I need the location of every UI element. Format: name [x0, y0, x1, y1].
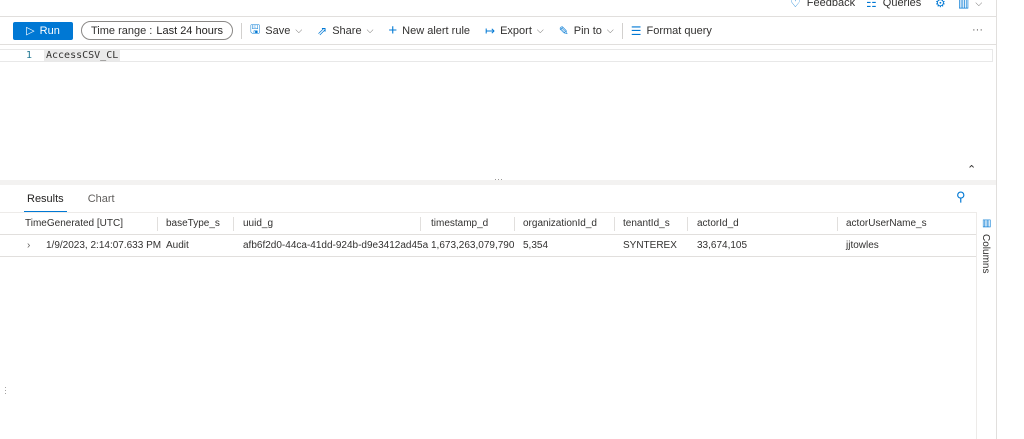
table-cell: SYNTEREX [623, 240, 677, 251]
column-divider[interactable] [514, 217, 515, 231]
right-side-panel [996, 0, 1024, 439]
column-header[interactable]: actorId_d [697, 218, 739, 229]
column-header[interactable]: baseType_s [166, 218, 220, 229]
column-divider[interactable] [420, 217, 421, 231]
run-button[interactable]: ▷ Run [13, 21, 73, 40]
feedback-button[interactable]: ♡ Feedback [790, 0, 855, 10]
column-header[interactable]: organizationId_d [523, 218, 597, 229]
queries-button[interactable]: ☷ Queries [866, 0, 921, 10]
columns-icon: ▥ [982, 218, 992, 229]
table-cell: jjtowles [846, 240, 879, 251]
column-divider[interactable] [614, 217, 615, 231]
column-header[interactable]: timestamp_d [431, 218, 488, 229]
columns-label: Columns [980, 234, 991, 274]
pin-to-button[interactable]: ✎ Pin to ⌵ [559, 24, 614, 38]
format-icon: ☰ [630, 23, 642, 38]
column-header[interactable]: actorUserName_s [846, 218, 927, 229]
table-cell: 33,674,105 [697, 240, 748, 251]
export-icon: ↦ [485, 23, 496, 38]
table-header: TimeGenerated [UTC] baseType_s uuid_g ti… [0, 213, 976, 235]
top-bar: ♡ Feedback ☷ Queries ⚙ ▥ ⌵ [0, 0, 996, 17]
more-button[interactable]: ··· [972, 24, 983, 36]
chevron-down-icon: ⌵ [975, 0, 983, 8]
list-icon: ☷ [866, 0, 877, 10]
heart-icon: ♡ [790, 0, 801, 10]
splitter-grip[interactable]: ··· [494, 174, 503, 184]
column-divider[interactable] [837, 217, 838, 231]
chevron-down-icon: ⌵ [536, 25, 544, 35]
query-text[interactable]: AccessCSV_CL [44, 50, 121, 61]
line-number: 1 [26, 50, 33, 61]
query-toolbar: ▷ Run Time range : Last 24 hours 🖫 Save ⌵ ⇗ S… [0, 17, 996, 45]
play-icon: ▷ [26, 25, 35, 37]
format-query-button[interactable]: ☰ Format query [631, 24, 712, 38]
chevron-right-icon[interactable]: › [27, 240, 30, 251]
save-icon: 🖫 [250, 22, 261, 36]
divider [621, 22, 623, 39]
settings-button[interactable]: ⚙ [935, 0, 946, 10]
new-alert-rule-button[interactable]: + New alert rule [388, 22, 470, 39]
chevron-down-icon: ⌵ [366, 25, 374, 35]
chevron-down-icon: ⌵ [295, 25, 303, 35]
tab-chart[interactable]: Chart [85, 188, 118, 213]
collapse-icon[interactable]: ⌃ [967, 163, 976, 176]
query-editor[interactable]: 1 AccessCSV_CL ⌃ [0, 45, 996, 180]
column-divider[interactable] [157, 217, 158, 231]
table-cell: afb6f2d0-44ca-41dd-924b-d9e3412ad45a [243, 240, 429, 251]
gear-icon: ⚙ [935, 0, 946, 10]
chevron-down-icon: ⌵ [606, 25, 614, 35]
panel-resize-handle[interactable]: ··· [1, 386, 11, 395]
save-button[interactable]: 🖫 Save ⌵ [250, 20, 302, 41]
search-icon[interactable]: ⚲ [956, 189, 966, 205]
column-header[interactable]: TimeGenerated [UTC] [25, 218, 123, 229]
column-header[interactable]: uuid_g [243, 218, 273, 229]
share-button[interactable]: ⇗ Share ⌵ [317, 24, 373, 38]
book-icon: ▥ [958, 0, 970, 10]
column-header[interactable]: tenantId_s [623, 218, 670, 229]
export-button[interactable]: ↦ Export ⌵ [485, 24, 544, 38]
table-cell: Audit [166, 240, 189, 251]
share-icon: ⇗ [317, 23, 328, 38]
plus-icon: + [388, 22, 398, 39]
tab-results[interactable]: Results [24, 188, 67, 213]
results-tabs: Results Chart [24, 188, 118, 213]
time-range-button[interactable]: Time range : Last 24 hours [81, 21, 233, 40]
table-row[interactable]: › 1/9/2023, 2:14:07.633 PM Audit afb6f2d… [0, 235, 976, 257]
table-cell: 1/9/2023, 2:14:07.633 PM [46, 240, 162, 251]
book-button[interactable]: ▥ ⌵ [958, 0, 982, 10]
column-divider[interactable] [687, 217, 688, 231]
results-grid: TimeGenerated [UTC] baseType_s uuid_g ti… [0, 212, 976, 439]
table-cell: 5,354 [523, 240, 549, 251]
divider [241, 22, 242, 39]
column-divider[interactable] [233, 217, 234, 231]
table-cell: 1,673,263,079,790 [431, 240, 515, 251]
pin-icon: ✎ [558, 23, 569, 38]
columns-panel-toggle[interactable]: ▥ Columns [976, 212, 996, 439]
current-line [0, 49, 993, 62]
